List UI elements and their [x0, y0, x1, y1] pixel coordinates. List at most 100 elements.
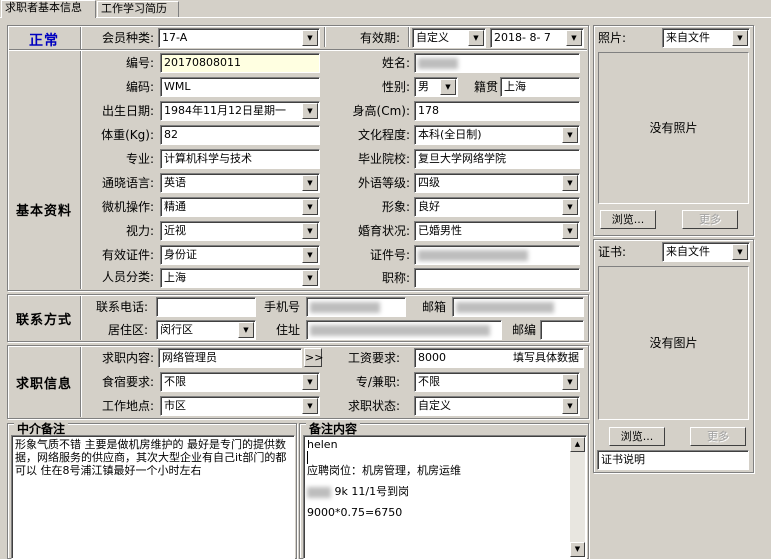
chevron-down-icon: ▼ [302, 103, 318, 119]
education-select[interactable]: 本科(全日制) ▼ [414, 125, 580, 145]
certificate-desc-input[interactable]: 证书说明 [597, 450, 749, 470]
contact-vsep [80, 296, 81, 340]
note-line: 应聘岗位：机房管理，机房运维 [307, 464, 461, 477]
district-label: 居住区: [107, 323, 148, 337]
mobile-label: 手机号 [263, 300, 300, 314]
note-textarea[interactable]: helen 应聘岗位：机房管理，机房运维 9k 11/1号到岗 9000*0.7… [303, 435, 587, 559]
zipcode-input[interactable] [540, 320, 584, 340]
vision-label: 视力: [125, 224, 154, 238]
scroll-down-icon[interactable]: ▼ [570, 542, 585, 557]
photo-source-select[interactable]: 来自文件 ▼ [662, 28, 750, 48]
chevron-down-icon: ▼ [302, 247, 318, 263]
vision-select[interactable]: 近视 ▼ [160, 221, 320, 241]
top-vsep1 [324, 27, 325, 47]
job-title-input[interactable] [414, 268, 580, 288]
certificate-browse-button[interactable]: 浏览... [609, 427, 665, 446]
chevron-down-icon: ▼ [302, 270, 318, 286]
chevron-down-icon: ▼ [440, 79, 456, 95]
gender-label: 性别: [381, 80, 410, 94]
marriage-select[interactable]: 已婚男性 ▼ [414, 221, 580, 241]
chevron-down-icon: ▼ [302, 223, 318, 239]
phone-label: 联系电话: [95, 300, 148, 314]
chevron-down-icon: ▼ [566, 30, 582, 46]
tab-resume[interactable]: 工作学习简历 [97, 1, 179, 17]
work-place-select[interactable]: 市区 ▼ [160, 396, 320, 416]
school-input[interactable]: 复旦大学网络学院 [414, 149, 580, 169]
height-input[interactable]: 178 [414, 101, 580, 121]
id-input[interactable]: 20170808011 [160, 53, 320, 73]
job-state-label: 求职状态: [347, 399, 400, 413]
basic-hsep [9, 49, 587, 50]
photo-label: 照片: [598, 31, 627, 45]
phone-input[interactable] [156, 297, 256, 317]
photo-more-button[interactable]: 更多 [682, 210, 738, 229]
name-label: 姓名: [381, 56, 410, 70]
validity-type-select[interactable]: 自定义 ▼ [412, 28, 486, 48]
chevron-down-icon: ▼ [562, 374, 578, 390]
email-label: 邮箱 [421, 300, 446, 314]
job-state-select[interactable]: 自定义 ▼ [414, 396, 580, 416]
job-content-input[interactable]: 网络管理员 [158, 348, 302, 368]
cert-number-label: 证件号: [369, 248, 410, 262]
certificate-label: 证书: [598, 245, 627, 259]
top-vsep2 [408, 27, 409, 47]
cert-label: 有效证件: [101, 248, 154, 262]
gender-select[interactable]: 男 ▼ [414, 77, 458, 97]
job-content-more-button[interactable]: >> [304, 348, 323, 367]
certificate-empty-text: 没有图片 [649, 336, 698, 350]
pc-skill-label: 微机操作: [101, 200, 154, 214]
chevron-down-icon: ▼ [238, 322, 254, 338]
id-label: 编号: [125, 56, 154, 70]
school-label: 毕业院校: [357, 152, 410, 166]
weight-label: 体重(Kg): [101, 128, 154, 142]
appearance-select[interactable]: 良好 ▼ [414, 197, 580, 217]
weight-input[interactable]: 82 [160, 125, 320, 145]
job-title-label: 职称: [381, 271, 410, 285]
language-level-select[interactable]: 四级 ▼ [414, 173, 580, 193]
language-select[interactable]: 英语 ▼ [160, 173, 320, 193]
salary-input[interactable]: 8000 填写具体数据 [414, 348, 584, 368]
member-label: 会员种类: [101, 31, 154, 45]
chevron-down-icon: ▼ [562, 127, 578, 143]
job-type-select[interactable]: 不限 ▼ [414, 372, 580, 392]
chevron-down-icon: ▼ [468, 30, 484, 46]
photo-browse-button[interactable]: 浏览... [600, 210, 656, 229]
validity-date-picker[interactable]: 2018- 8- 7 ▼ [490, 28, 584, 48]
text-cursor [307, 451, 308, 464]
address-input[interactable] [306, 320, 502, 340]
birth-date-picker[interactable]: 1984年11月12日星期一 ▼ [160, 101, 320, 121]
certificate-source-select[interactable]: 来自文件 ▼ [662, 242, 750, 262]
agent-note-textarea[interactable]: 形象气质不错 主要是做机房维护的 最好是专门的提供数据，网络服务的供应商，其次大… [11, 435, 295, 559]
certificate-more-button[interactable]: 更多 [690, 427, 746, 446]
job-content-label: 求职内容: [101, 351, 154, 365]
validity-label: 有效期: [359, 31, 400, 45]
status-label: 正常 [29, 33, 59, 49]
chevron-down-icon: ▼ [302, 199, 318, 215]
job-vsep [80, 347, 81, 417]
pc-skill-select[interactable]: 精通 ▼ [160, 197, 320, 217]
mobile-input[interactable] [306, 297, 406, 317]
salary-hint: 填写具体数据 [513, 351, 579, 364]
education-label: 文化程度: [357, 128, 410, 142]
name-input[interactable] [414, 53, 580, 73]
cert-select[interactable]: 身份证 ▼ [160, 245, 320, 265]
native-input[interactable]: 上海 [500, 77, 580, 97]
tab-basic-info[interactable]: 求职者基本信息 [1, 0, 96, 18]
note-scrollbar[interactable]: ▲ ▼ [570, 437, 585, 557]
category-label: 人员分类: [101, 270, 154, 284]
email-input[interactable] [452, 297, 584, 317]
scroll-up-icon[interactable]: ▲ [570, 437, 585, 452]
district-select[interactable]: 闵行区 ▼ [156, 320, 256, 340]
note-line: helen [307, 438, 338, 451]
category-select[interactable]: 上海 ▼ [160, 268, 320, 288]
photo-empty-text: 没有照片 [649, 121, 698, 135]
major-input[interactable]: 计算机科学与技术 [160, 149, 320, 169]
board-select[interactable]: 不限 ▼ [160, 372, 320, 392]
address-label: 住址 [275, 323, 300, 337]
language-label: 通晓语言: [101, 176, 154, 190]
chevron-down-icon: ▼ [562, 223, 578, 239]
code-input[interactable]: WML [160, 77, 320, 97]
member-type-select[interactable]: 17-A ▼ [158, 28, 320, 48]
chevron-down-icon: ▼ [562, 175, 578, 191]
cert-number-input[interactable] [414, 245, 580, 265]
